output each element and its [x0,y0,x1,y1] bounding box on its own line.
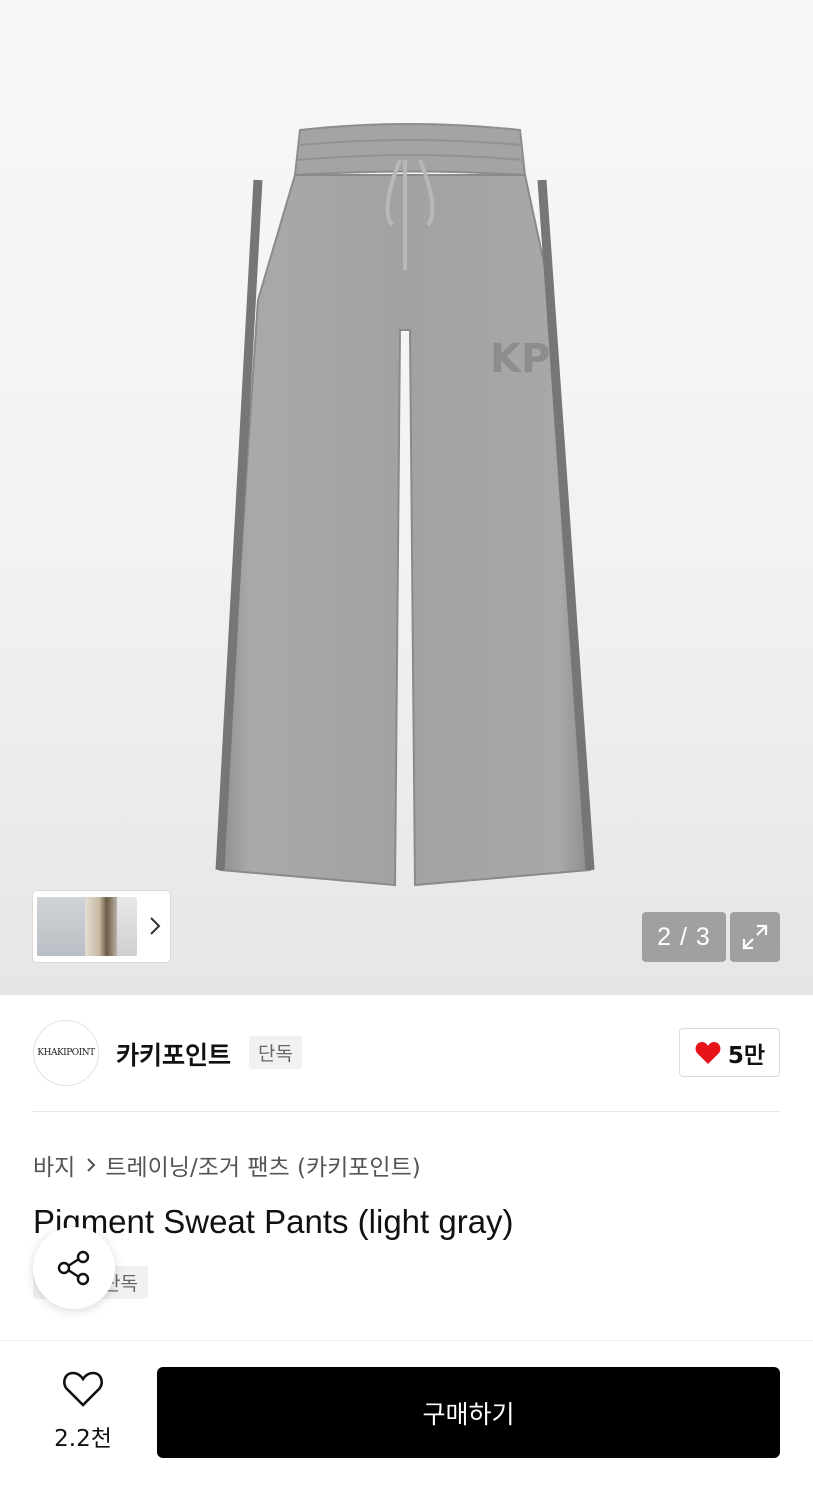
brand-logo-text: KHAKIPOINT [37,1048,95,1058]
image-counter: 2 / 3 [642,912,726,962]
breadcrumb-item[interactable]: 트레이닝/조거 팬츠 (카키포인트) [105,1148,420,1182]
wishlist-count: 2.2천 [54,1426,112,1452]
brand-like-button[interactable]: 5만 [679,1028,780,1077]
thumbnail-image[interactable] [37,897,89,956]
divider [33,1111,780,1112]
product-image-gallery[interactable]: KP 2 / 3 [0,0,813,995]
chevron-right-icon[interactable] [145,913,165,939]
buy-button[interactable]: 구매하기 [157,1367,780,1458]
share-button[interactable] [33,1227,115,1309]
product-photo: KP [215,123,595,887]
chevron-right-icon [85,1156,97,1174]
brand-like-count: 5만 [727,1042,766,1069]
wishlist-button[interactable]: 2.2천 [42,1369,124,1453]
bottom-action-bar: 2.2천 구매하기 [0,1340,813,1500]
brand-logo[interactable]: KHAKIPOINT [33,1020,99,1086]
breadcrumb-item[interactable]: 바지 [33,1148,75,1182]
thumbnail-image[interactable] [85,897,121,956]
breadcrumb: 바지 트레이닝/조거 팬츠 (카키포인트) [33,1148,421,1182]
expand-button[interactable] [730,912,780,962]
brand-exclusive-badge: 단독 [249,1036,302,1069]
heart-filled-icon [695,1041,721,1064]
brand-name[interactable]: 카키포인트 [116,1036,231,1072]
thumbnail-image[interactable] [117,897,137,956]
brand-row: KHAKIPOINT 카키포인트 단독 5만 [33,1020,780,1086]
heart-outline-icon [63,1371,103,1407]
expand-arrows-icon [742,924,768,950]
product-title: Pigment Sweat Pants (light gray) [33,1203,514,1240]
svg-text:KP: KP [490,336,550,382]
thumbnail-strip[interactable] [33,891,170,962]
share-icon [57,1250,90,1286]
